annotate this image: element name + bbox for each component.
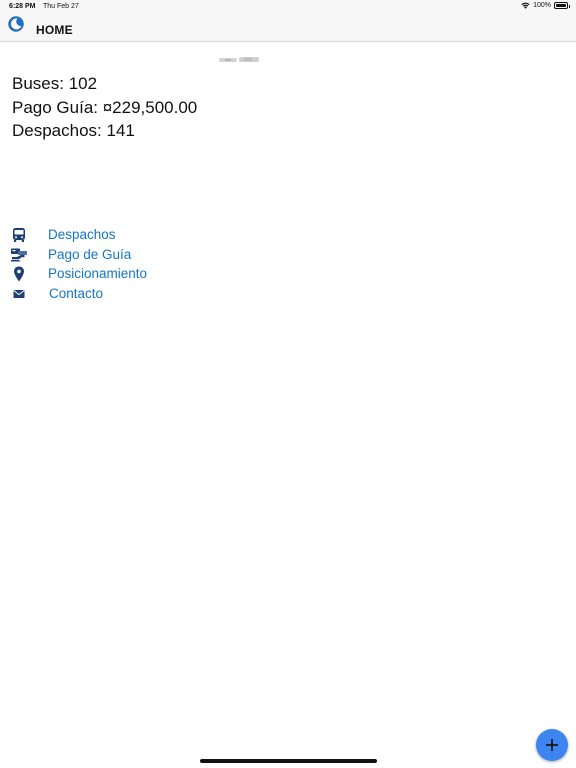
battery-percent: 100% (533, 2, 551, 9)
plus-icon (546, 739, 558, 751)
menu-item-pago-de-guia[interactable]: Pago de Guía (10, 246, 210, 266)
menu-item-label: Posicionamiento (48, 266, 148, 282)
menu-item-contacto[interactable]: Contacto (10, 285, 210, 305)
menu-item-posicionamiento[interactable]: Posicionamiento (10, 265, 210, 285)
main-menu: Despachos Pago de Guía Posicionamiento C… (10, 226, 210, 304)
despachos-count: Despachos: 141 (12, 121, 135, 140)
status-time: 6:28 PM (9, 3, 36, 10)
status-bar: 6:28 PM Thu Feb 27 100% (0, 0, 576, 14)
menu-item-despachos[interactable]: Despachos (10, 226, 210, 246)
location-pin-icon (14, 266, 24, 282)
battery-icon (554, 2, 570, 9)
wifi-icon (521, 2, 530, 9)
battery-fill (556, 4, 566, 7)
home-indicator (200, 759, 377, 763)
navigation-bar: HOME (0, 14, 576, 42)
menu-item-label: Pago de Guía (48, 246, 132, 262)
envelope-icon (13, 289, 25, 298)
screen: 6:28 PM Thu Feb 27 100% HOME Buses: 102 … (0, 0, 576, 768)
status-right: 100% (521, 2, 570, 9)
menu-item-label: Despachos (48, 227, 116, 242)
status-date: Thu Feb 27 (43, 3, 79, 10)
stats-summary: Buses: 102 Pago Guía: ¤229,500.00 Despac… (12, 74, 197, 145)
blurred-logo (219, 57, 259, 62)
bus-icon (13, 228, 25, 242)
add-button[interactable] (536, 729, 568, 761)
menu-item-label: Contacto (49, 285, 104, 301)
buses-count: Buses: 102 (12, 74, 98, 93)
app-logo-icon[interactable] (8, 16, 24, 32)
page-title: HOME (36, 23, 73, 37)
pago-guia-amount: Pago Guía: ¤229,500.00 (12, 97, 198, 117)
payment-icon (11, 248, 27, 262)
